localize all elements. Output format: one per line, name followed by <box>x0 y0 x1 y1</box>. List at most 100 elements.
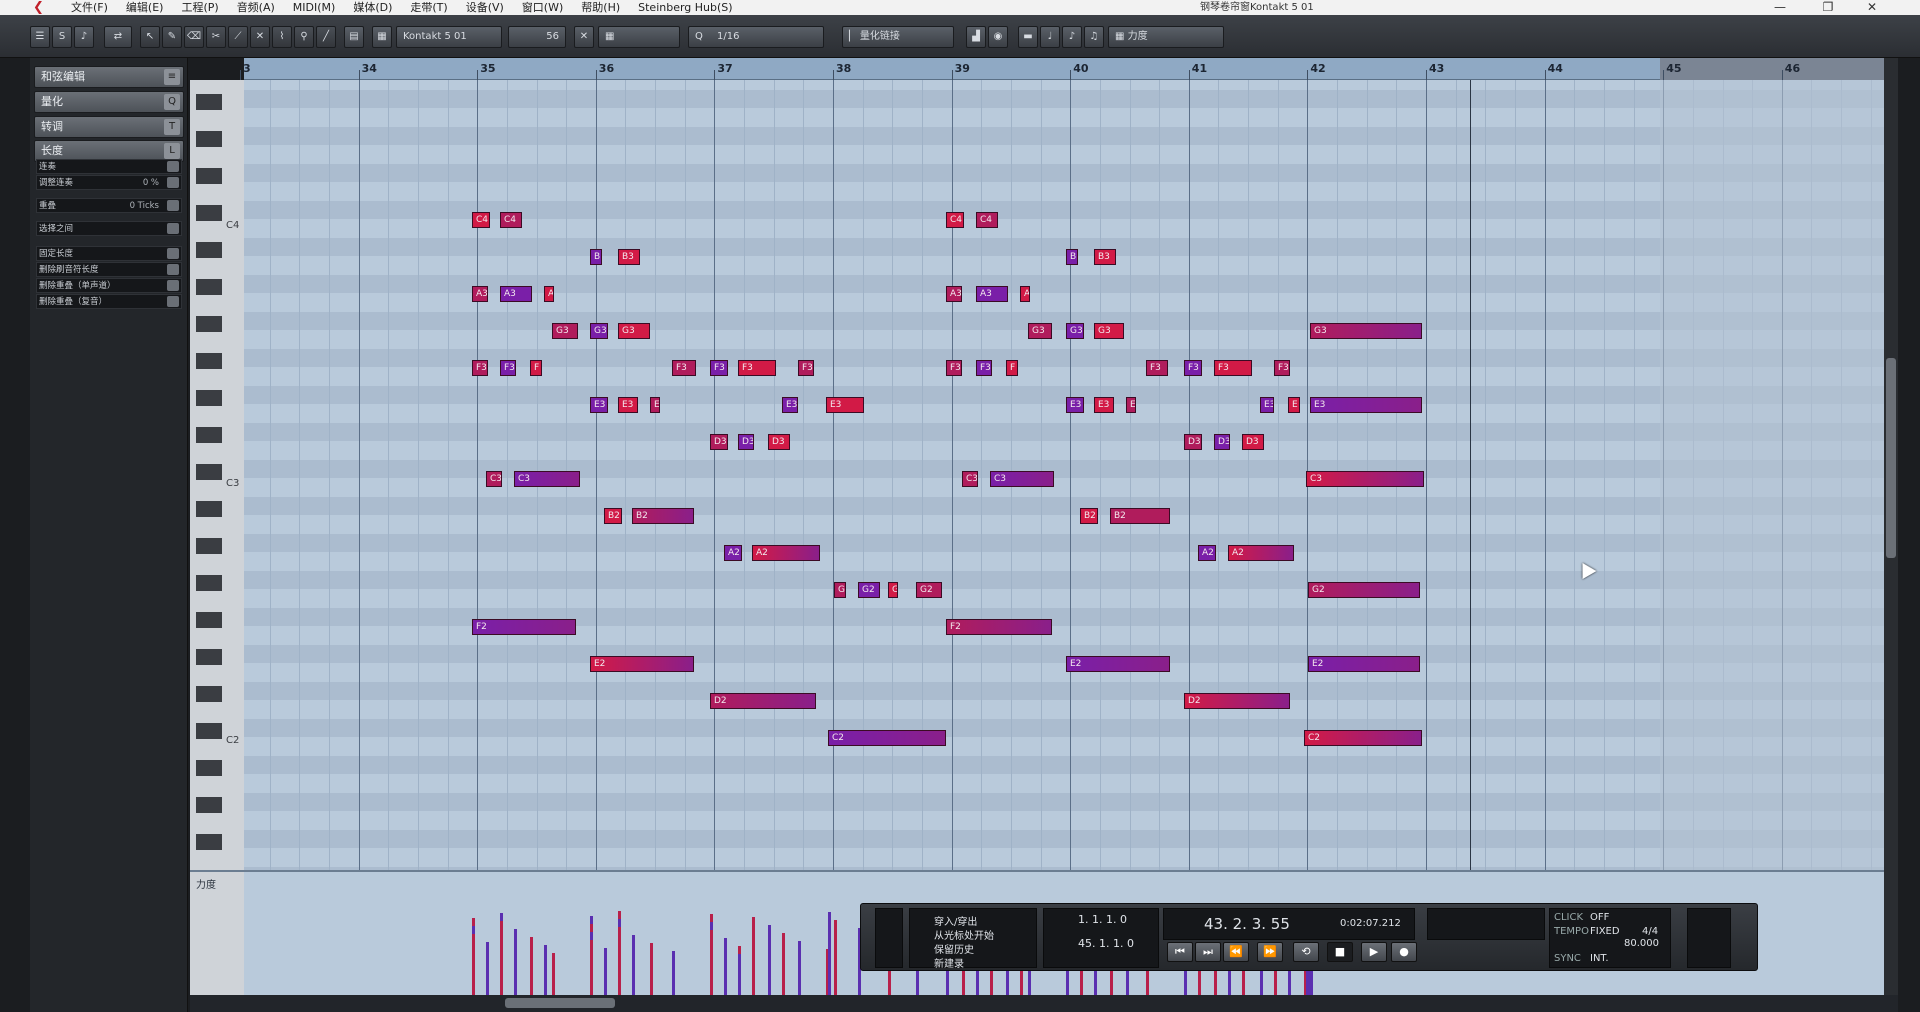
black-key[interactable] <box>196 242 222 258</box>
velocity-bar[interactable] <box>486 942 489 995</box>
midi-note[interactable]: E3 <box>618 397 638 413</box>
midi-note[interactable]: A <box>544 286 554 302</box>
punch-in-label[interactable]: 穿入/穿出 <box>934 913 977 928</box>
inspector-section-icon[interactable]: L <box>164 143 180 159</box>
inspector-param-button-icon[interactable] <box>167 248 179 259</box>
midi-note[interactable]: E3 <box>1094 397 1114 413</box>
midi-note[interactable]: D3 <box>738 434 754 450</box>
velocity-bar[interactable] <box>834 920 837 995</box>
velocity-bar[interactable] <box>672 951 675 995</box>
midi-note[interactable]: A2 <box>724 545 742 561</box>
midi-note[interactable]: F3 <box>1274 360 1290 376</box>
snap-icon[interactable]: ✕ <box>574 26 594 48</box>
click-state[interactable]: OFF <box>1590 912 1609 923</box>
midi-note[interactable]: G3 <box>1094 323 1124 339</box>
inspector-section-1[interactable]: 量化 Q <box>34 91 184 113</box>
black-key[interactable] <box>196 575 222 591</box>
time-signature[interactable]: 4/4 <box>1642 926 1658 937</box>
black-key[interactable] <box>196 649 222 665</box>
black-key[interactable] <box>196 612 222 628</box>
menu-item-1[interactable]: 编辑(E) <box>117 0 173 15</box>
fast-forward-icon[interactable]: ⏩ <box>1257 942 1283 962</box>
midi-note[interactable]: G2 <box>916 582 942 598</box>
black-key[interactable] <box>196 686 222 702</box>
midi-note[interactable]: F3 <box>946 360 962 376</box>
black-key[interactable] <box>196 427 222 443</box>
velocity-bar[interactable] <box>650 943 653 995</box>
midi-note[interactable]: D3 <box>768 434 790 450</box>
trim-tool-icon[interactable]: ✂ <box>206 26 226 48</box>
midi-note[interactable]: C4 <box>976 212 998 228</box>
minimize-button[interactable]: — <box>1760 0 1800 15</box>
piano-keyboard[interactable]: C4 C3 C2 <box>190 80 244 870</box>
split-tool-icon[interactable]: ⟋ <box>228 26 248 48</box>
velocity-bar[interactable] <box>530 937 533 995</box>
midi-note[interactable]: C3 <box>486 471 502 487</box>
inspector-param-button-icon[interactable] <box>167 223 179 234</box>
inspector-toggle-icon[interactable]: ☰ <box>30 26 50 48</box>
midi-note[interactable]: C2 <box>828 730 946 746</box>
midi-note[interactable]: B2 <box>1080 508 1098 524</box>
inspector-param-1[interactable]: 调整连奏 0 % <box>36 175 182 190</box>
inspector-param-0[interactable]: 连奏 <box>36 159 182 174</box>
inspector-param-button-icon[interactable] <box>167 280 179 291</box>
midi-note[interactable]: C3 <box>962 471 978 487</box>
snap-type-select[interactable]: ▦ <box>598 26 680 48</box>
menu-item-6[interactable]: 走带(T) <box>401 0 456 15</box>
midi-note[interactable]: F3 <box>1184 360 1202 376</box>
select-tool-icon[interactable]: ↖ <box>140 26 160 48</box>
black-key[interactable] <box>196 205 222 221</box>
midi-note[interactable]: E2 <box>1308 656 1420 672</box>
record-icon[interactable]: ● <box>1391 942 1417 962</box>
show-info-icon[interactable]: ▤ <box>344 26 364 48</box>
velocity-bar[interactable] <box>500 921 503 995</box>
black-key[interactable] <box>196 316 222 332</box>
midi-note[interactable]: G3 <box>590 323 608 339</box>
velocity-bar[interactable] <box>590 940 593 995</box>
midi-note[interactable]: E <box>1288 397 1300 413</box>
velocity-bar[interactable] <box>768 925 771 995</box>
midi-note[interactable]: F2 <box>946 619 1052 635</box>
black-key[interactable] <box>196 353 222 369</box>
menu-item-8[interactable]: 窗口(W) <box>513 0 572 15</box>
midi-note[interactable]: F2 <box>472 619 576 635</box>
note-icon-c[interactable]: ♫ <box>1084 26 1104 48</box>
midi-note[interactable]: D3 <box>710 434 728 450</box>
close-button[interactable]: ✕ <box>1852 0 1892 15</box>
black-key[interactable] <box>196 168 222 184</box>
midi-note[interactable]: G2 <box>1308 582 1420 598</box>
midi-note[interactable]: E3 <box>826 397 864 413</box>
midi-note[interactable]: B2 <box>604 508 622 524</box>
velocity-bar[interactable] <box>782 933 785 995</box>
menu-item-2[interactable]: 工程(P) <box>172 0 227 15</box>
inspector-section-icon[interactable]: ≡ <box>164 69 180 85</box>
inspector-param-5[interactable]: 删除刷音符长度 <box>36 262 182 277</box>
inspector-section-icon[interactable]: Q <box>164 94 180 110</box>
midi-note[interactable]: A <box>1020 286 1030 302</box>
midi-note[interactable]: F <box>530 360 542 376</box>
velocity-bar[interactable] <box>552 953 555 995</box>
midi-note[interactable]: F3 <box>1146 360 1168 376</box>
midi-note[interactable]: A2 <box>1228 545 1294 561</box>
midi-note[interactable]: D3 <box>1184 434 1202 450</box>
acoustic-feedback-icon[interactable]: ♪ <box>74 26 94 48</box>
mute-tool-icon[interactable]: ✕ <box>250 26 270 48</box>
erase-tool-icon[interactable]: ⌫ <box>184 26 204 48</box>
midi-note[interactable]: C4 <box>472 212 490 228</box>
midi-note[interactable]: A3 <box>500 286 532 302</box>
menu-item-3[interactable]: 音频(A) <box>228 0 284 15</box>
inspector-param-3[interactable]: 选择之间 <box>36 221 182 236</box>
midi-note[interactable]: E <box>1126 397 1136 413</box>
midi-note[interactable]: G3 <box>1028 323 1052 339</box>
solo-editor-icon[interactable]: S <box>52 26 72 48</box>
midi-note[interactable]: D2 <box>710 693 816 709</box>
velocity-bar[interactable] <box>752 917 755 995</box>
midi-note[interactable]: E3 <box>1310 397 1422 413</box>
stop-icon[interactable]: ■ <box>1327 942 1353 962</box>
line-tool-icon[interactable]: ╱ <box>316 26 336 48</box>
note-grid[interactable]: C4 C4 B B3 A3 A3 A G3 G3 G3 F3 F3 F F3 F3 F3 F3 E3 E3 E E3 E3… <box>244 80 1884 870</box>
black-key[interactable] <box>196 538 222 554</box>
inspector-param-button-icon[interactable] <box>167 177 179 188</box>
left-locator-value[interactable]: 1. 1. 1. 0 <box>1078 913 1127 926</box>
velocity-bar[interactable] <box>472 934 475 995</box>
